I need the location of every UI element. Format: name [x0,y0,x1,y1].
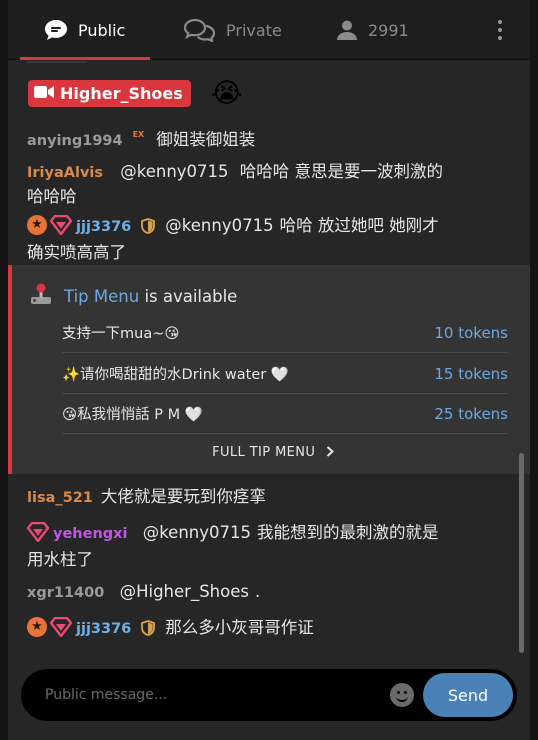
more-options-icon[interactable] [492,16,508,44]
message-text: 我能想到的最刺激的就是 [257,523,439,542]
partial-message [27,61,87,63]
chat-bubble-icon [44,19,68,41]
diamond-badge-icon [49,214,73,241]
tip-item-price: 15 tokens [434,364,508,383]
tip-menu-item[interactable]: ✨请你喝甜甜的水Drink water 🤍 15 tokens [62,354,508,394]
tip-item-price: 10 tokens [434,323,508,342]
chat-message: IriyaAlvis @kenny0715 哈哈哈 意思是要一波刺激的 哈哈哈 [27,160,497,208]
username[interactable]: yehengxi [53,526,127,542]
message-input[interactable] [45,683,385,707]
tip-item-price: 25 tokens [434,404,508,423]
username[interactable]: jjj3376 [76,219,131,235]
message-text: 大佬就是要玩到你痉挛 [100,487,266,506]
full-tip-menu-label: FULL TIP MENU [212,445,316,460]
tip-menu-suffix: is available [144,286,238,306]
joystick-icon [30,283,52,309]
scrollbar-thumb[interactable] [519,453,524,653]
username[interactable]: IriyaAlvis [27,165,103,181]
tab-bar: Public Private 2991 [8,0,530,60]
user-count: 2991 [368,20,409,40]
tip-menu-item[interactable]: 😘私我悄悄話 P M 🤍 25 tokens [62,394,508,434]
chat-messages[interactable]: Higher_Shoes 😭 anying1994 EX 御姐装御姐装 IriyaA… [8,61,530,655]
message-text: 哈哈 放过她吧 她刚才 [279,216,439,235]
chat-message: yehengxi @kenny0715 我能想到的最刺激的就是 用水柱了 [26,521,497,571]
tip-item-label: 支持一下mua~😘 [62,326,180,342]
message-text: . [254,582,261,601]
message-input-container: Send [21,669,517,721]
shield-badge-icon [141,619,156,642]
tab-private[interactable]: Private [184,0,282,60]
username[interactable]: lisa_521 [27,490,93,506]
tab-public[interactable]: Public [44,0,125,60]
tip-item-label: 😘私我悄悄話 P M 🤍 [62,407,203,423]
chat-message: anying1994 EX 御姐装御姐装 [27,123,497,153]
shield-badge-icon [141,217,156,240]
private-chat-icon [184,18,216,42]
tip-menu-item[interactable]: 支持一下mua~😘 10 tokens [62,313,508,353]
message-text: 御姐装御姐装 [156,130,256,149]
mention: @Higher_Shoes [119,582,249,601]
tip-menu-panel: Tip Menu is available 支持一下mua~😘 10 token… [8,265,530,474]
diamond-badge-icon [26,521,50,548]
full-tip-menu-button[interactable]: FULL TIP MENU [12,445,530,460]
mention: @kenny0715 [142,523,252,542]
chat-message: lisa_521 大佬就是要玩到你痉挛 [27,485,497,510]
broadcaster-name[interactable]: Higher_Shoes [60,84,183,103]
mention: @kenny0715 [165,216,274,235]
active-tab-indicator [20,57,150,60]
star-badge-icon [27,215,47,235]
diamond-badge-icon [49,616,73,643]
star-badge-icon [27,617,47,637]
emoji-icon[interactable] [390,683,414,707]
ex-badge: EX [132,130,145,139]
crying-emoji: 😭 [211,78,243,109]
username[interactable]: xgr11400 [27,585,104,601]
send-button[interactable]: Send [423,673,513,717]
tab-private-label: Private [226,20,282,40]
chat-message: jjj3376 那么多小灰哥哥作证 [27,616,497,643]
message-input-bar: Send [8,655,530,740]
message-text: 哈哈哈 意思是要一波刺激的 [239,162,444,181]
tip-item-label: ✨请你喝甜甜的水Drink water 🤍 [62,367,289,383]
tip-menu-link[interactable]: Tip Menu [64,287,139,306]
tab-users[interactable]: 2991 [336,0,409,60]
chat-message: jjj3376 @kenny0715 哈哈 放过她吧 她刚才 确实喷高高了 [27,214,497,264]
chat-message: xgr11400 @Higher_Shoes. [27,580,497,605]
message-text-cont: 哈哈哈 [27,187,77,206]
message-text-cont: 确实喷高高了 [27,243,126,262]
chat-panel: Public Private 2991 Higher_Shoes 😭 anyin… [8,0,530,740]
message-text: 那么多小灰哥哥作证 [165,618,314,637]
mention: @kenny0715 [120,162,229,181]
video-camera-icon [34,84,54,103]
tip-menu-header: Tip Menu is available [30,283,237,309]
username[interactable]: anying1994 [27,133,123,149]
chevron-right-icon [320,445,334,460]
tab-public-label: Public [78,20,126,40]
message-text-cont: 用水柱了 [27,550,93,569]
username[interactable]: jjj3376 [76,621,131,637]
broadcaster-badge: Higher_Shoes [28,80,191,107]
user-icon [336,19,358,41]
